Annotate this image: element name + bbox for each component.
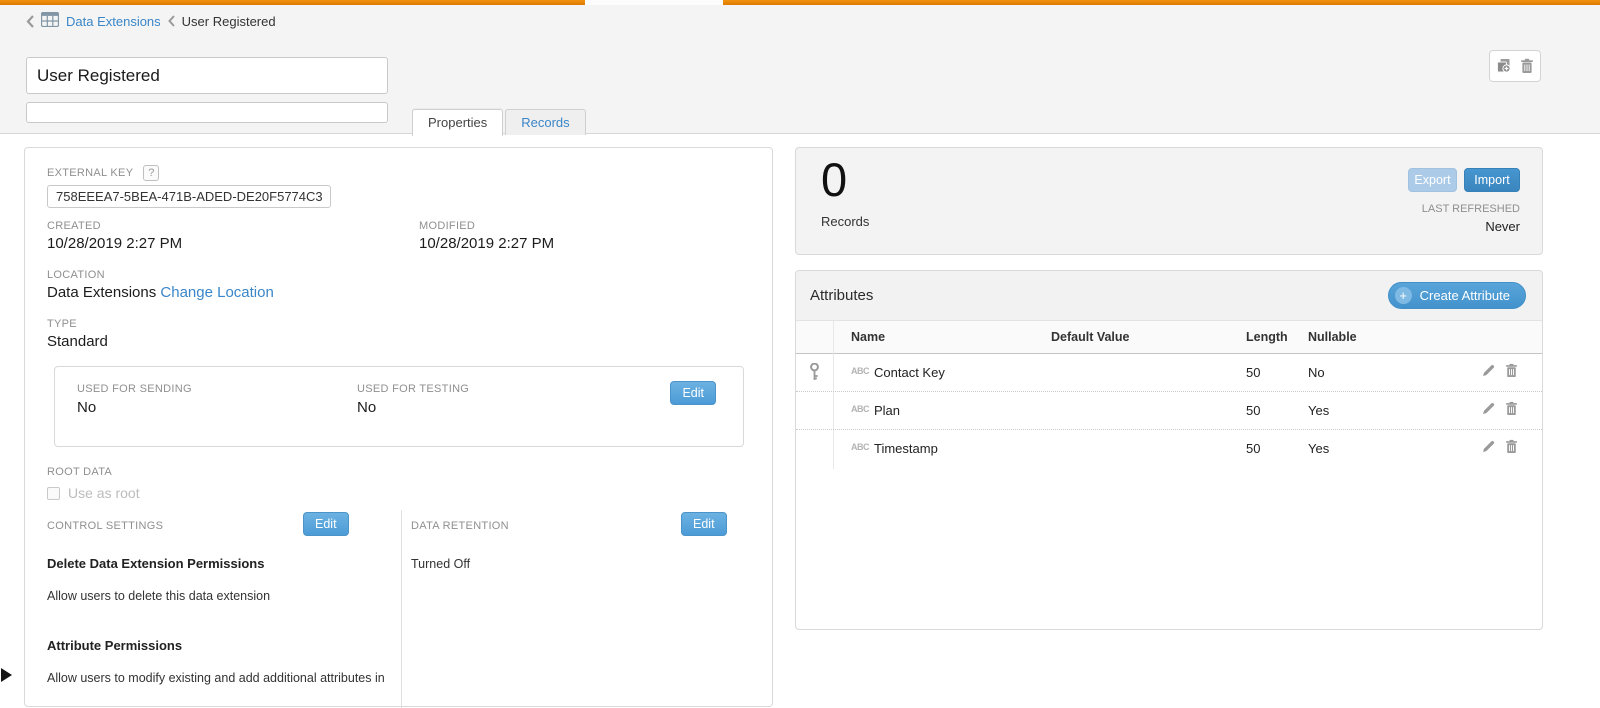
attribute-name: Plan [874,403,900,418]
settings-divider [401,510,402,708]
col-name: Name [851,330,885,344]
row-trash-icon[interactable] [1505,439,1518,454]
field-type-icon: ABC [851,366,869,376]
table-row: ABC Plan 50 Yes [796,392,1542,430]
attributes-table-header: Name Default Value Length Nullable [796,321,1542,354]
modified-value: 10/28/2019 2:27 PM [419,235,554,252]
records-count: 0 [821,152,847,207]
data-retention-value: Turned Off [411,557,470,571]
col-nullable: Nullable [1308,330,1357,344]
create-attribute-label: Create Attribute [1420,288,1510,303]
control-settings-label: CONTROL SETTINGS [47,520,163,532]
table-row: ABC Contact Key 50 No [796,354,1542,392]
help-icon[interactable]: ? [143,165,159,181]
used-for-testing-value: No [357,399,376,416]
tab-properties[interactable]: Properties [412,109,503,136]
control-settings-edit-button[interactable]: Edit [303,512,349,536]
collapse-arrow-icon[interactable] [1,668,12,682]
main-content: EXTERNAL KEY ? CREATED 10/28/2019 2:27 P… [0,135,1600,691]
export-button[interactable]: Export [1408,168,1457,192]
external-key-input[interactable] [47,185,331,208]
root-data-label: ROOT DATA [47,466,112,478]
used-for-sending-label: USED FOR SENDING [77,383,192,395]
attribute-permissions-desc: Allow users to modify existing and add a… [47,671,385,685]
last-refreshed-value: Never [1485,219,1520,234]
type-label: TYPE [47,318,77,330]
attribute-permissions-title: Attribute Permissions [47,638,182,653]
trash-icon[interactable] [1520,58,1534,74]
created-value: 10/28/2019 2:27 PM [47,235,182,252]
delete-permissions-title: Delete Data Extension Permissions [47,556,264,571]
breadcrumb-root-link[interactable]: Data Extensions [66,14,161,29]
create-attribute-button[interactable]: + Create Attribute [1388,282,1526,309]
breadcrumb-current: User Registered [182,14,276,29]
header-action-box [1489,50,1541,82]
delete-permissions-desc: Allow users to delete this data extensio… [47,589,270,603]
name-input[interactable] [26,57,388,94]
top-accent-bar [0,0,1600,5]
page-header: Data Extensions User Registered Properti… [0,0,1600,134]
attribute-length: 50 [1246,441,1260,456]
row-trash-icon[interactable] [1505,401,1518,416]
tab-bar: Properties Records [412,109,588,136]
row-trash-icon[interactable] [1505,363,1518,378]
copy-icon[interactable] [1496,58,1512,74]
attribute-name: Timestamp [874,441,938,456]
edit-pencil-icon[interactable] [1481,401,1496,416]
table-row: ABC Timestamp 50 Yes [796,430,1542,468]
col-length: Length [1246,330,1288,344]
attributes-title: Attributes [810,287,873,304]
field-type-icon: ABC [851,442,869,452]
breadcrumb-separator-icon [168,15,175,27]
created-label: CREATED [47,220,101,232]
top-accent-bar-notch [585,0,723,5]
used-for-sending-value: No [77,399,96,416]
attribute-nullable: Yes [1308,403,1329,418]
records-count-label: Records [821,214,869,229]
used-for-testing-label: USED FOR TESTING [357,383,469,395]
use-as-root-label: Use as root [68,485,140,501]
external-key-label: EXTERNAL KEY [47,167,133,179]
type-value: Standard [47,333,108,350]
attributes-panel: Attributes + Create Attribute Name Defau… [795,270,1543,630]
attributes-header: Attributes + Create Attribute [796,271,1542,321]
data-retention-edit-button[interactable]: Edit [681,512,727,536]
plus-icon: + [1395,287,1412,304]
tab-records[interactable]: Records [505,109,585,135]
edit-pencil-icon[interactable] [1481,439,1496,454]
attribute-nullable: No [1308,365,1325,380]
last-refreshed-label: LAST REFRESHED [1422,203,1520,215]
usage-edit-button[interactable]: Edit [670,381,716,405]
edit-pencil-icon[interactable] [1481,363,1496,378]
data-extensions-grid-icon [41,12,59,30]
field-type-icon: ABC [851,404,869,414]
import-button[interactable]: Import [1464,168,1520,192]
primary-key-icon [809,363,820,384]
properties-panel: EXTERNAL KEY ? CREATED 10/28/2019 2:27 P… [24,147,773,707]
usage-box: USED FOR SENDING No USED FOR TESTING No … [54,366,744,447]
records-panel: 0 Records Export Import LAST REFRESHED N… [795,147,1543,255]
breadcrumb: Data Extensions User Registered [26,12,276,30]
location-value: Data Extensions [47,284,156,301]
col-default-value: Default Value [1051,330,1130,344]
description-input[interactable] [26,102,388,123]
attribute-length: 50 [1246,403,1260,418]
modified-label: MODIFIED [419,220,475,232]
attribute-nullable: Yes [1308,441,1329,456]
attribute-length: 50 [1246,365,1260,380]
data-retention-label: DATA RETENTION [411,520,509,532]
breadcrumb-back-icon[interactable] [26,15,34,28]
use-as-root-checkbox[interactable] [47,487,60,500]
attribute-name: Contact Key [874,365,945,380]
location-label: LOCATION [47,269,105,281]
change-location-link[interactable]: Change Location [160,284,273,301]
